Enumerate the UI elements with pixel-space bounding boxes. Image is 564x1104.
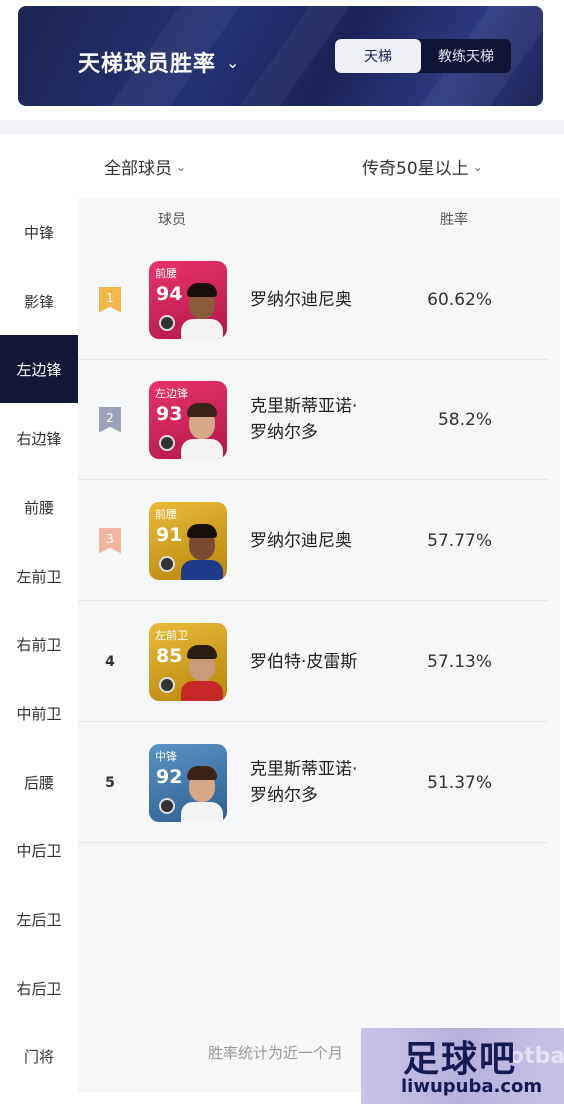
position-sidebar: 中锋 影锋 左边锋 右边锋 前腰 左前卫 右前卫 中前卫 后腰 中后卫 左后卫 … [0,198,78,1104]
player-avatar [181,641,223,701]
player-name-line2: 罗纳尔多 [250,422,318,443]
stats-footnote: 胜率统计为近一个月 [208,1044,344,1062]
sidebar-item-rwf[interactable]: 右边锋 [0,404,78,472]
sidebar-item-ss[interactable]: 影锋 [0,267,78,335]
ranking-panel: 球员 胜率 1 前腰 94 罗纳尔迪尼奥 60.62% 2 左边锋 93 克里斯… [78,198,560,1092]
tier-filter-dropdown[interactable]: 传奇50星以上 ⌄ [362,154,483,179]
card-rating: 85 [156,644,183,667]
header-banner: 天梯球员胜率 ⌄ 天梯 教练天梯 [18,6,543,106]
sidebar-item-rb[interactable]: 右后卫 [0,954,78,1022]
tab-coach-ladder[interactable]: 教练天梯 [421,39,511,73]
page-title: 天梯球员胜率 [78,52,217,77]
sidebar-item-amf[interactable]: 前腰 [0,473,78,541]
tab-ladder[interactable]: 天梯 [335,39,421,73]
table-header: 球员 胜率 [78,198,560,240]
player-name-line1: 罗纳尔迪尼奥 [250,289,352,310]
watermark-url: liwupuba.com [401,1076,543,1097]
table-row[interactable]: 1 前腰 94 罗纳尔迪尼奥 60.62% [78,240,548,360]
card-rating: 91 [156,523,183,546]
player-card[interactable]: 中锋 92 [149,743,227,822]
player-avatar [181,762,223,822]
player-card[interactable]: 前腰 91 [149,501,227,580]
chevron-down-icon: ⌄ [176,159,187,174]
player-name-line1: 罗纳尔迪尼奥 [250,530,352,551]
player-avatar [181,520,223,580]
club-badge-icon [159,797,175,814]
sidebar-item-lb[interactable]: 左后卫 [0,885,78,953]
player-card[interactable]: 左边锋 93 [149,380,227,459]
mode-toggle: 天梯 教练天梯 [335,39,511,73]
player-card[interactable]: 左前卫 85 [149,622,227,701]
card-position: 前腰 [155,507,177,521]
sidebar-item-cb[interactable]: 中后卫 [0,816,78,884]
table-row[interactable]: 5 中锋 92 克里斯蒂亚诺· 罗纳尔多 51.37% [78,723,548,843]
chevron-down-icon: ⌄ [226,52,241,72]
club-badge-icon [159,314,175,331]
tier-filter-label: 传奇50星以上 [362,159,469,179]
card-position: 前腰 [155,266,177,280]
sidebar-item-cf[interactable]: 中锋 [0,198,78,266]
player-avatar [181,279,223,339]
column-header-winrate: 胜率 [440,212,468,228]
card-rating: 94 [156,282,183,305]
player-name-line1: 克里斯蒂亚诺· [250,396,358,417]
table-row[interactable]: 3 前腰 91 罗纳尔迪尼奥 57.77% [78,481,548,601]
watermark-ghost-text: otba [509,1044,564,1069]
win-rate: 51.37% [427,772,492,793]
player-name: 罗伯特·皮雷斯 [250,648,400,674]
rank-number: 5 [105,774,115,791]
chevron-down-icon: ⌄ [472,159,483,174]
watermark-logo: 足球吧 [403,1039,518,1080]
win-rate: 57.77% [427,530,492,551]
card-position: 中锋 [155,749,177,763]
player-name: 罗纳尔迪尼奥 [250,527,400,553]
player-name-line1: 罗伯特·皮雷斯 [250,651,358,672]
watermark: otba 足球吧 liwupuba.com [361,1028,564,1104]
sidebar-item-cmf[interactable]: 中前卫 [0,679,78,747]
win-rate: 60.62% [427,289,492,310]
club-badge-icon [159,676,175,693]
sidebar-item-rmf[interactable]: 右前卫 [0,610,78,678]
sidebar-item-lwf[interactable]: 左边锋 [0,335,78,403]
table-row[interactable]: 2 左边锋 93 克里斯蒂亚诺· 罗纳尔多 58.2% [78,360,548,480]
page-title-dropdown[interactable]: 天梯球员胜率 ⌄ [78,46,240,78]
table-row[interactable]: 4 左前卫 85 罗伯特·皮雷斯 57.13% [78,602,548,722]
win-rate: 57.13% [427,651,492,672]
player-name-line2: 罗纳尔多 [250,785,318,806]
player-name: 克里斯蒂亚诺· 罗纳尔多 [250,756,400,809]
divider [0,120,564,134]
rank-badge-bronze: 3 [99,527,121,554]
rank-badge-gold: 1 [99,286,121,313]
player-name: 罗纳尔迪尼奥 [250,286,400,312]
card-rating: 93 [156,402,183,425]
player-card[interactable]: 前腰 94 [149,260,227,339]
club-badge-icon [159,434,175,451]
player-filter-dropdown[interactable]: 全部球员 ⌄ [104,154,186,179]
club-badge-icon [159,555,175,572]
sidebar-item-dmf[interactable]: 后腰 [0,748,78,816]
sidebar-item-lmf[interactable]: 左前卫 [0,542,78,610]
sidebar-item-gk[interactable]: 门将 [0,1022,78,1090]
column-header-player: 球员 [158,212,186,228]
rank-number: 4 [105,653,115,670]
filter-bar: 全部球员 ⌄ 传奇50星以上 ⌄ [0,140,564,192]
player-name: 克里斯蒂亚诺· 罗纳尔多 [250,393,400,446]
player-avatar [181,399,223,459]
win-rate: 58.2% [437,409,492,430]
rank-badge-silver: 2 [99,406,121,433]
player-filter-label: 全部球员 [104,159,172,179]
player-name-line1: 克里斯蒂亚诺· [250,759,358,780]
card-rating: 92 [156,765,183,788]
